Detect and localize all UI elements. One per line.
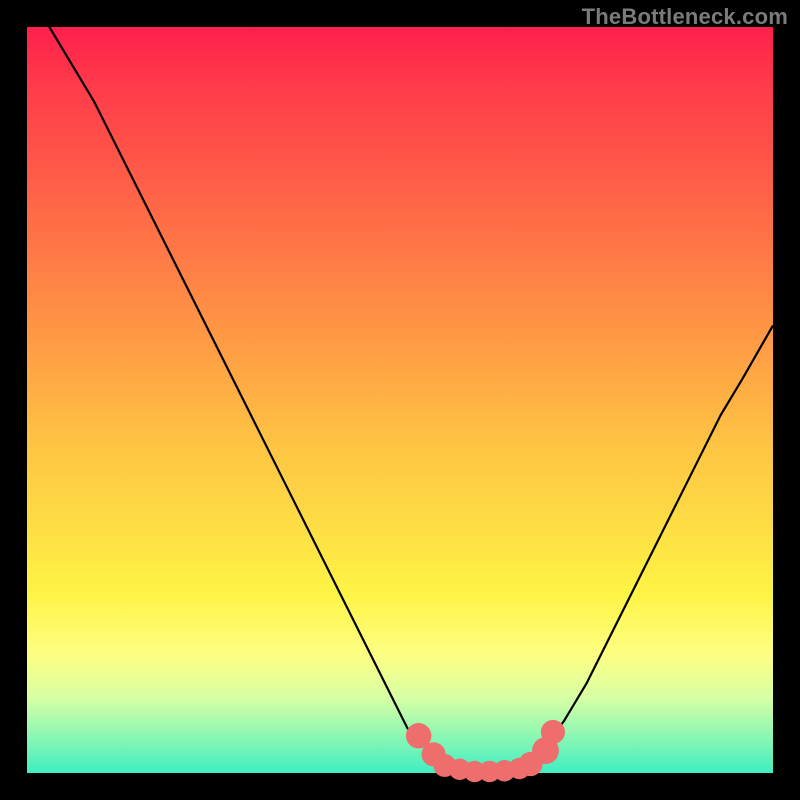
curve-marker (541, 720, 565, 744)
chart-frame: TheBottleneck.com (0, 0, 800, 800)
bottleneck-curve (27, 27, 773, 773)
curve-markers (406, 720, 565, 782)
curve-line (27, 0, 773, 773)
watermark-text: TheBottleneck.com (582, 4, 788, 30)
